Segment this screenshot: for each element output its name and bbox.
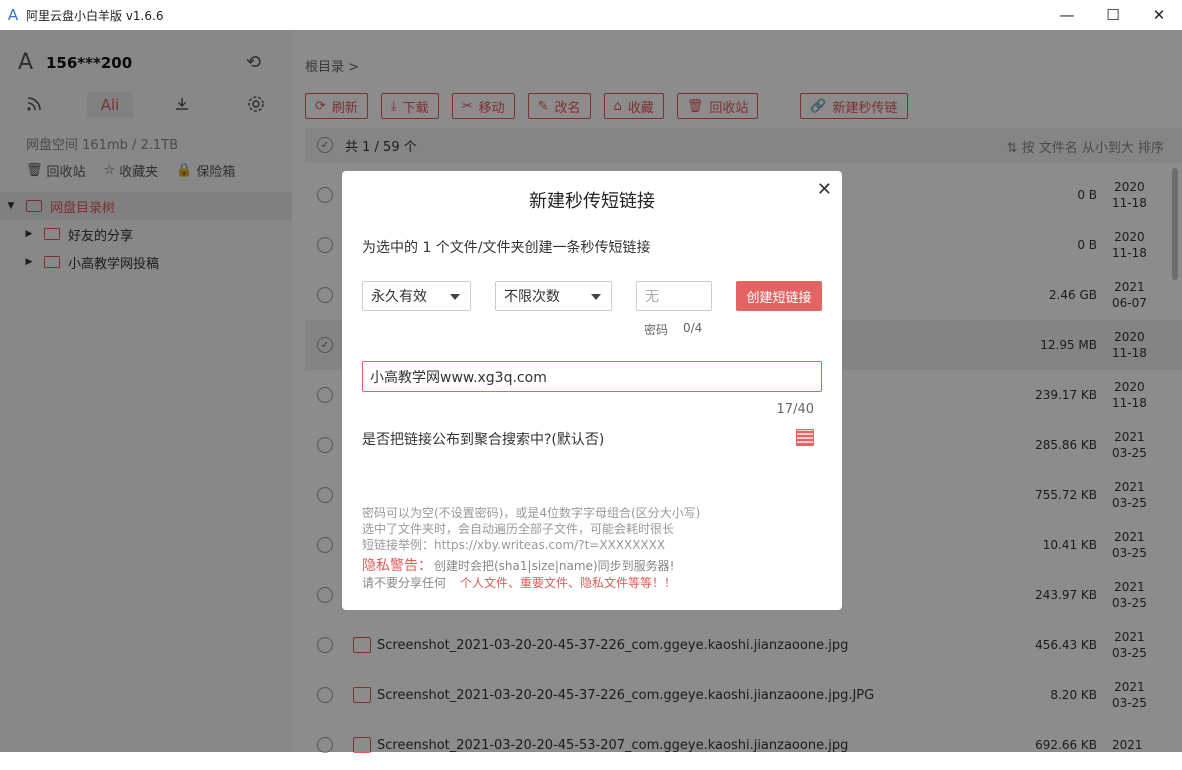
dialog-title: 新建秒传短链接 (529, 191, 655, 212)
minimize-button[interactable]: — (1044, 0, 1090, 30)
publish-question: 是否把链接公布到聚合搜索中?(默认否) (362, 432, 605, 448)
dialog-description: 为选中的 1 个文件/文件夹创建一条秒传短链接 (362, 240, 651, 256)
window-controls: — ☐ ✕ (1044, 0, 1182, 30)
privacy-warning-2: 请不要分享任何 (362, 576, 447, 590)
title-count: 17/40 (776, 402, 814, 417)
create-link-button[interactable]: 创建短链接 (736, 281, 822, 311)
password-count: 0/4 (683, 321, 703, 335)
password-input[interactable]: 无 (636, 281, 712, 311)
notes: 密码可以为空(不设置密码)，或是4位数字字母组合(区分大小写) 选中了文件夹时，… (362, 506, 701, 552)
maximize-button[interactable]: ☐ (1090, 0, 1136, 30)
app-logo-icon: A (7, 6, 19, 24)
title-bar: A 阿里云盘小白羊版 v1.6.6 — ☐ ✕ (0, 0, 1182, 30)
chevron-down-icon (591, 294, 601, 300)
privacy-warning-2-red: 个人文件、重要文件、隐私文件等等！！ (460, 576, 677, 590)
new-link-dialog: 新建秒传短链接 ✕ 为选中的 1 个文件/文件夹创建一条秒传短链接 永久有效 不… (342, 171, 842, 610)
expire-select[interactable]: 永久有效 (362, 281, 471, 311)
close-icon[interactable]: ✕ (817, 179, 832, 200)
publish-toggle[interactable] (796, 429, 814, 446)
window-title: 阿里云盘小白羊版 v1.6.6 (26, 8, 164, 23)
chevron-down-icon (450, 294, 460, 300)
privacy-warning-label: 隐私警告： (362, 558, 432, 574)
privacy-warning-text: 创建时会把(sha1|size|name)同步到服务器! (434, 559, 675, 573)
link-title-input[interactable]: 小高教学网www.xg3q.com (362, 361, 822, 392)
close-window-button[interactable]: ✕ (1136, 0, 1182, 30)
password-label: 密码 (644, 323, 669, 337)
times-select[interactable]: 不限次数 (495, 281, 612, 311)
